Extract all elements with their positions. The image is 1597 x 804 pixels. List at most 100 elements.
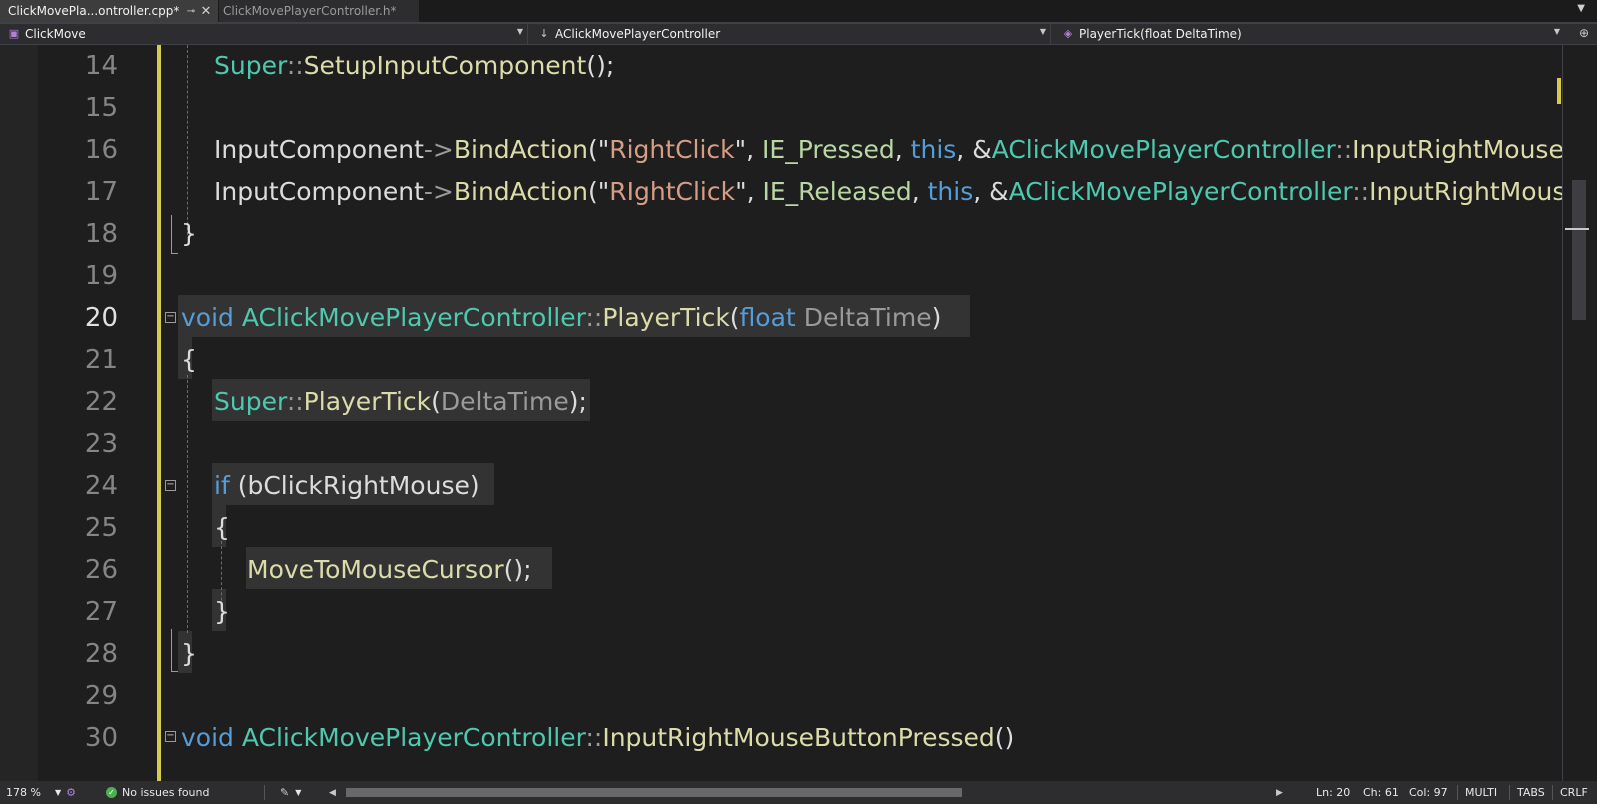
code-line[interactable]: } bbox=[181, 639, 197, 669]
code-token: -> bbox=[423, 177, 454, 206]
code-line[interactable]: void AClickMovePlayerController::InputRi… bbox=[181, 723, 1014, 753]
scroll-left-icon[interactable]: ◀ bbox=[329, 781, 336, 804]
issues-label: No issues found bbox=[122, 786, 210, 799]
dropdown-arrow-icon: ▼ bbox=[295, 788, 302, 797]
line-number: 14 bbox=[84, 51, 118, 81]
tab-clickmoveplayercontroller-cpp[interactable]: ClickMovePla...ontroller.cpp* ⊸ ✕ bbox=[0, 0, 218, 22]
collapse-toggle-icon[interactable]: − bbox=[165, 480, 176, 491]
member-dropdown[interactable]: ◈ PlayerTick(float DeltaTime) ▼ bbox=[1054, 24, 1564, 44]
pin-icon[interactable]: ⊸ bbox=[184, 6, 198, 17]
code-token: , & bbox=[973, 177, 1009, 206]
code-token: ); bbox=[568, 387, 587, 416]
project-label: ClickMove bbox=[25, 27, 86, 41]
scope-bracket bbox=[171, 629, 178, 672]
code-token: (); bbox=[503, 555, 532, 584]
code-line[interactable]: { bbox=[214, 513, 230, 543]
tab-label: ClickMovePla...ontroller.cpp* bbox=[8, 4, 180, 18]
line-number: 25 bbox=[84, 513, 118, 543]
code-token: AClickMovePlayerController bbox=[241, 723, 586, 752]
code-token: (" bbox=[587, 177, 610, 206]
horizontal-scroll-thumb[interactable] bbox=[346, 788, 962, 797]
tab-clickmoveplayercontroller-h[interactable]: ClickMovePlayerController.h* bbox=[219, 0, 419, 22]
code-cleanup-button[interactable]: ✎ ▼ bbox=[280, 781, 301, 804]
line-number: 29 bbox=[84, 681, 118, 711]
class-scope-icon: ↓ bbox=[539, 27, 549, 40]
indent-guide bbox=[187, 45, 188, 235]
code-token: AClickMovePlayerController bbox=[991, 135, 1336, 164]
code-line[interactable]: Super::SetupInputComponent(); bbox=[214, 51, 614, 81]
collapse-toggle-icon[interactable]: − bbox=[165, 731, 176, 742]
line-ending-mode[interactable]: CRLF bbox=[1560, 781, 1588, 804]
code-token: if bbox=[214, 471, 238, 500]
issues-indicator[interactable]: ✓ No issues found bbox=[106, 781, 209, 804]
code-token: IE_Released bbox=[762, 177, 912, 206]
class-dropdown[interactable]: ↓ AClickMovePlayerController ▼ bbox=[530, 24, 1051, 44]
line-indicator[interactable]: Ln: 20 bbox=[1316, 781, 1350, 804]
divider bbox=[264, 785, 265, 800]
method-icon: ◈ bbox=[1063, 27, 1073, 40]
code-token: , & bbox=[956, 135, 992, 164]
code-token: ) bbox=[931, 303, 942, 332]
intellicode-icon[interactable]: ⚙ bbox=[66, 786, 76, 799]
vertical-scroll-thumb[interactable] bbox=[1572, 180, 1586, 320]
navigation-bar: ▣ ClickMove ▼ ↓ AClickMovePlayerControll… bbox=[0, 24, 1597, 45]
selection-mode[interactable]: MULTI bbox=[1465, 781, 1497, 804]
code-line[interactable]: } bbox=[181, 219, 197, 249]
code-token: BindAction bbox=[453, 177, 588, 206]
code-token: this bbox=[910, 135, 957, 164]
code-line[interactable]: Super::PlayerTick(DeltaTime); bbox=[214, 387, 587, 417]
code-token: (" bbox=[587, 135, 610, 164]
code-line[interactable]: MoveToMouseCursor(); bbox=[247, 555, 532, 585]
vertical-scrollbar[interactable] bbox=[1562, 45, 1597, 781]
indentation-mode[interactable]: TABS bbox=[1517, 781, 1545, 804]
class-label: AClickMovePlayerController bbox=[555, 27, 721, 41]
indicator-margin bbox=[0, 45, 38, 781]
zoom-dropdown[interactable]: 178 % ▼ ⚙ bbox=[6, 781, 76, 804]
line-number-gutter: 14 15 16 17 18 19 20 21 22 23 24 25 26 27 28 29 30 bbox=[38, 45, 158, 781]
collapse-toggle-icon[interactable]: − bbox=[165, 312, 176, 323]
document-tab-strip: ClickMovePla...ontroller.cpp* ⊸ ✕ ClickM… bbox=[0, 0, 1597, 24]
close-icon[interactable]: ✕ bbox=[198, 4, 214, 19]
code-token: } bbox=[214, 597, 230, 626]
code-token: Super bbox=[214, 387, 287, 416]
code-token: RIghtClick bbox=[609, 177, 736, 206]
code-editor[interactable]: 14 15 16 17 18 19 20 21 22 23 24 25 26 27 28 29 30 − − −… bbox=[0, 45, 1562, 781]
code-token: InputComponent bbox=[214, 177, 424, 206]
tab-overflow-dropdown-icon[interactable]: ▼ bbox=[1577, 3, 1585, 14]
change-marker bbox=[1557, 78, 1561, 104]
code-token: (); bbox=[586, 51, 615, 80]
split-window-icon[interactable]: ⊕ bbox=[1579, 26, 1589, 40]
column-indicator[interactable]: Col: 97 bbox=[1409, 781, 1448, 804]
dropdown-arrow-icon: ▼ bbox=[1039, 27, 1046, 36]
code-token: DeltaTime bbox=[440, 387, 569, 416]
line-number: 18 bbox=[84, 219, 118, 249]
check-circle-icon: ✓ bbox=[106, 787, 117, 798]
code-line[interactable]: { bbox=[181, 345, 197, 375]
line-number: 26 bbox=[84, 555, 118, 585]
code-line[interactable]: if (bClickRightMouse) bbox=[214, 471, 480, 501]
code-token: , bbox=[894, 135, 911, 164]
scroll-right-icon[interactable]: ▶ bbox=[1276, 781, 1283, 804]
code-token: IE_Pressed bbox=[762, 135, 895, 164]
code-token: () bbox=[994, 723, 1015, 752]
code-token: AClickMovePlayerController bbox=[241, 303, 586, 332]
line-number: 28 bbox=[84, 639, 118, 669]
code-line[interactable]: void AClickMovePlayerController::PlayerT… bbox=[181, 303, 941, 333]
code-token: :: bbox=[286, 387, 304, 416]
line-number: 19 bbox=[84, 261, 118, 291]
code-line[interactable]: InputComponent->BindAction("RightClick",… bbox=[214, 135, 1562, 165]
char-indicator[interactable]: Ch: 61 bbox=[1363, 781, 1399, 804]
code-line[interactable]: InputComponent->BindAction("RIghtClick",… bbox=[214, 177, 1562, 207]
tab-label: ClickMovePlayerController.h* bbox=[223, 4, 397, 18]
code-token: DeltaTime bbox=[803, 303, 932, 332]
project-dropdown[interactable]: ▣ ClickMove ▼ bbox=[0, 24, 528, 44]
broom-icon: ✎ bbox=[280, 786, 290, 799]
code-token: InputRightMouseButtonReleased bbox=[1369, 177, 1562, 206]
code-token: PlayerTick bbox=[602, 303, 730, 332]
code-token: void bbox=[181, 723, 242, 752]
code-line[interactable]: } bbox=[214, 597, 230, 627]
change-tracking-bar bbox=[157, 45, 161, 781]
editor-status-bar: 178 % ▼ ⚙ ✓ No issues found ✎ ▼ ◀ ▶ Ln: … bbox=[0, 781, 1597, 804]
line-number: 20 bbox=[84, 303, 118, 333]
divider bbox=[1509, 785, 1510, 800]
